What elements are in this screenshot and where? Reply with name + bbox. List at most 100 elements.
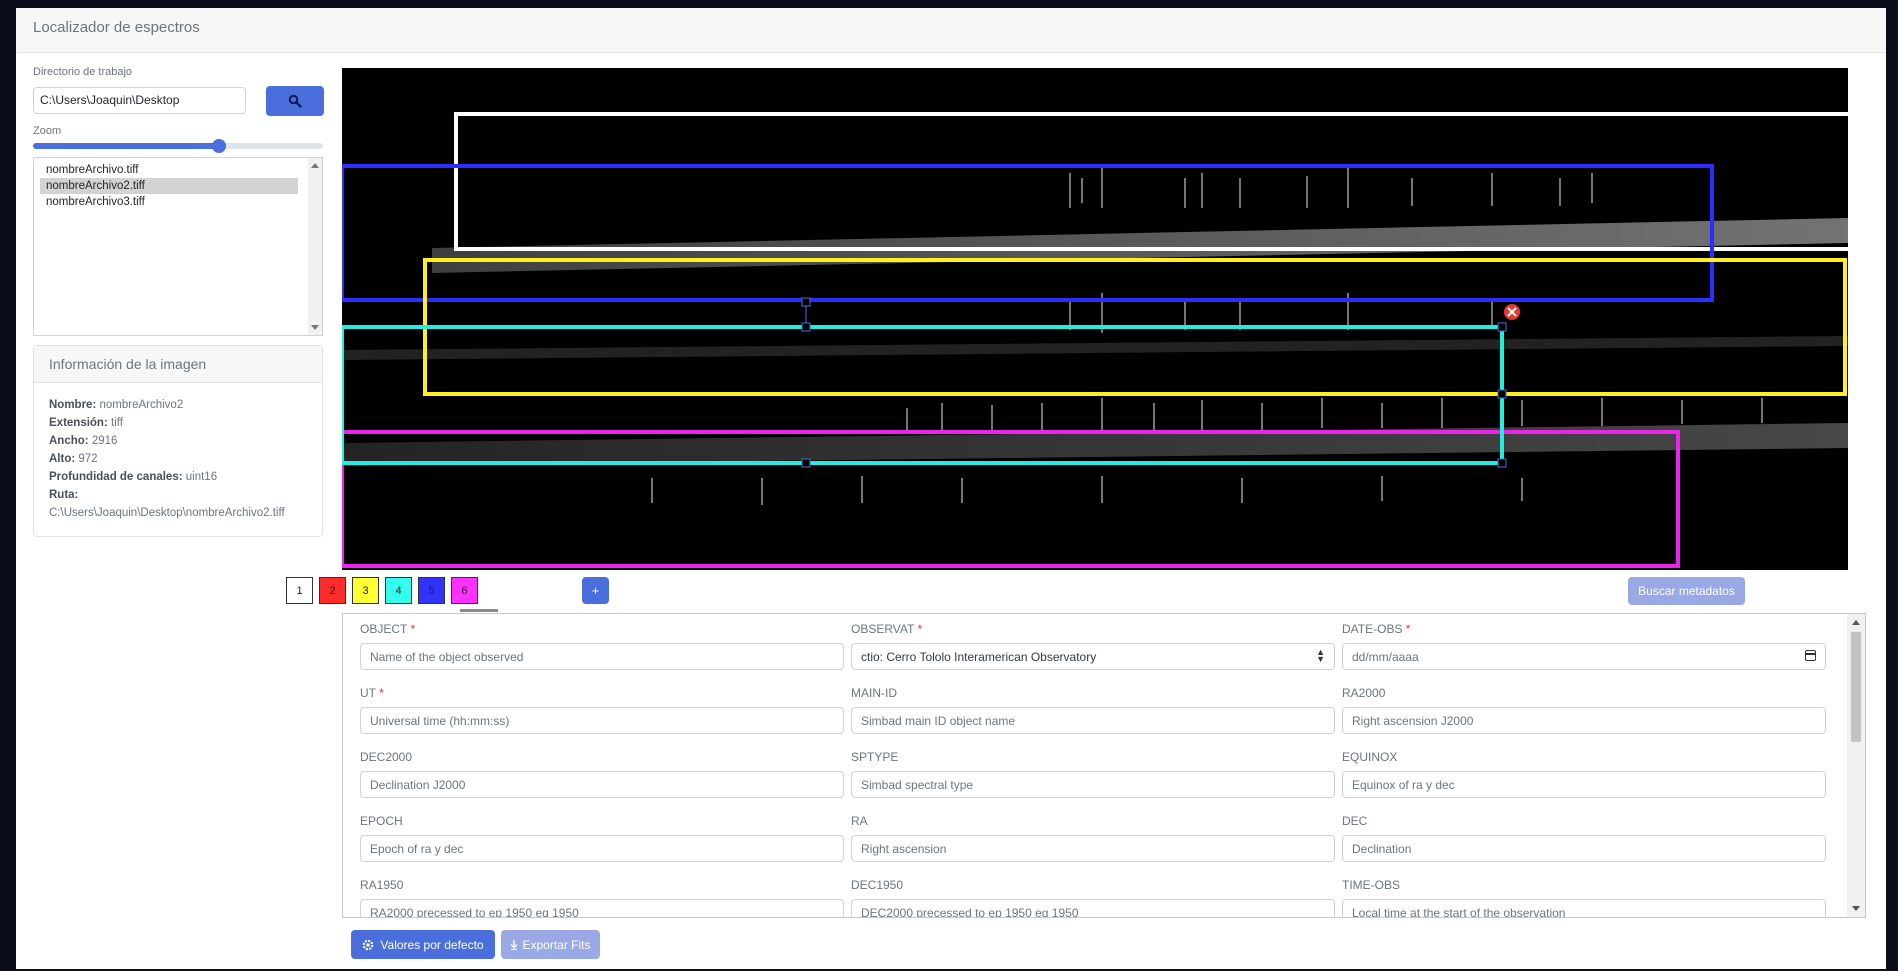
magnifier-icon xyxy=(288,94,302,108)
directory-input[interactable]: C:\Users\Joaquin\Desktop xyxy=(33,87,246,114)
file-list-scrollbar[interactable] xyxy=(308,158,322,335)
file-list-item[interactable]: nombreArchivo2.tiff xyxy=(40,178,298,194)
field-label: OBSERVAT * xyxy=(851,622,923,636)
field-label: EPOCH xyxy=(360,814,403,828)
field-ra1950: RA1950 RA2000 precessed to ep 1950 eq 195… xyxy=(360,878,844,917)
field-label: RA xyxy=(851,814,868,828)
field-equinox: EQUINOX Equinox of ra y dec xyxy=(1342,750,1826,798)
field-ut: UT * Universal time (hh:mm:ss) xyxy=(360,686,844,734)
required-marker: * xyxy=(379,686,384,700)
text-input[interactable]: Right ascension xyxy=(851,835,1335,862)
info-name: Nombre: nombreArchivo2 xyxy=(49,399,184,411)
metadata-form: OBJECT * Name of the object observed OBSER… xyxy=(342,613,1866,918)
text-input[interactable]: RA2000 precessed to ep 1950 eq 1950 xyxy=(360,899,844,917)
field-ra2000: RA2000 Right ascension J2000 xyxy=(1342,686,1826,734)
region-tab-3[interactable]: 3 xyxy=(352,577,379,604)
info-path-label: Ruta: xyxy=(49,489,79,501)
field-observat: OBSERVAT * ctio: Cerro Tololo Interameric… xyxy=(851,622,1335,670)
field-main-id: MAIN-ID Simbad main ID object name xyxy=(851,686,1335,734)
field-label: EQUINOX xyxy=(1342,750,1398,764)
field-dec2000: DEC2000 Declination J2000 xyxy=(360,750,844,798)
info-depth: Profundidad de canales: uint16 xyxy=(49,471,218,483)
spectrum-band xyxy=(342,423,1848,466)
text-input[interactable]: Declination J2000 xyxy=(360,771,844,798)
field-dec: DEC Declination xyxy=(1342,814,1826,862)
info-path: C:\Users\Joaquin\Desktop\nombreArchivo2.… xyxy=(49,507,285,519)
field-sptype: SPTYPE Simbad spectral type xyxy=(851,750,1335,798)
text-input[interactable]: Name of the object observed xyxy=(360,643,844,670)
select-arrows-icon: ▲ ▼ xyxy=(1316,647,1325,664)
field-label: OBJECT * xyxy=(360,622,416,636)
info-width: Ancho: 2916 xyxy=(49,435,118,447)
search-directory-button[interactable] xyxy=(266,86,324,116)
app-title: Localizador de espectros xyxy=(33,19,200,36)
field-label: RA2000 xyxy=(1342,686,1386,700)
calendar-icon[interactable] xyxy=(1805,650,1816,661)
form-scrollbar-thumb[interactable] xyxy=(1851,632,1861,742)
region-tab-1[interactable]: 1 xyxy=(286,577,313,604)
spectrum-image[interactable] xyxy=(342,68,1848,570)
search-metadata-button[interactable]: Buscar metadatos xyxy=(1628,577,1745,605)
form-scrollbar[interactable] xyxy=(1847,614,1865,917)
export-fits-button[interactable]: Exportar Fits xyxy=(501,930,600,959)
scroll-up-icon[interactable] xyxy=(311,163,319,168)
file-list-item[interactable]: nombreArchivo.tiff xyxy=(40,162,298,178)
required-marker: * xyxy=(410,622,416,636)
field-label: DATE-OBS * xyxy=(1342,622,1411,636)
text-input[interactable]: Epoch of ra y dec xyxy=(360,835,844,862)
text-input[interactable]: Universal time (hh:mm:ss) xyxy=(360,707,844,734)
field-label: SPTYPE xyxy=(851,750,899,764)
spectrum-image-canvas[interactable] xyxy=(342,68,1848,570)
download-icon xyxy=(510,939,518,950)
field-date-obs: DATE-OBS * dd/mm/aaaa xyxy=(1342,622,1826,670)
field-ra: RA Right ascension xyxy=(851,814,1335,862)
file-list[interactable]: nombreArchivo.tiff nombreArchivo2.tiff nom… xyxy=(33,157,323,336)
date-input[interactable]: dd/mm/aaaa xyxy=(1342,643,1826,670)
spectrum-band xyxy=(342,336,1848,360)
field-label: TIME-OBS xyxy=(1342,878,1401,892)
window-header: Localizador de espectros xyxy=(16,8,1886,53)
spectrum-band xyxy=(432,218,1848,273)
default-values-button[interactable]: Valores por defecto xyxy=(351,930,495,959)
image-info-title: Información de la imagen xyxy=(34,346,322,383)
field-dec1950: DEC1950 DEC2000 precessed to ep 1950 eq 1… xyxy=(851,878,1335,917)
region-tab-6[interactable]: 6 xyxy=(451,577,478,604)
gear-icon xyxy=(363,939,374,950)
add-region-button[interactable]: + xyxy=(582,577,609,604)
dir-label: Directorio de trabajo xyxy=(33,66,133,78)
text-input[interactable]: Simbad main ID object name xyxy=(851,707,1335,734)
text-input[interactable]: Simbad spectral type xyxy=(851,771,1335,798)
field-label: UT * xyxy=(360,686,384,700)
app-window: Localizador de espectros Directorio de t… xyxy=(16,8,1886,969)
info-height: Alto: 972 xyxy=(49,453,98,465)
required-marker: * xyxy=(1405,622,1411,636)
file-list-item[interactable]: nombreArchivo3.tiff xyxy=(40,194,298,210)
image-info-card: Información de la imagen Nombre: nombreA… xyxy=(33,345,323,537)
zoom-slider-thumb[interactable] xyxy=(211,139,226,153)
field-epoch: EPOCH Epoch of ra y dec xyxy=(360,814,844,862)
field-label: RA1950 xyxy=(360,878,404,892)
close-circle-icon[interactable] xyxy=(1504,304,1520,320)
scroll-up-icon[interactable] xyxy=(1852,620,1860,625)
field-time-obs: TIME-OBS Local time at the start of the o… xyxy=(1342,878,1826,917)
zoom-slider[interactable] xyxy=(33,139,323,153)
field-label: MAIN-ID xyxy=(851,686,897,700)
field-object: OBJECT * Name of the object observed xyxy=(360,622,844,670)
region-tab-5[interactable]: 5 xyxy=(418,577,445,604)
active-tab-indicator xyxy=(460,609,498,612)
required-marker: * xyxy=(917,622,923,636)
scroll-down-icon[interactable] xyxy=(311,325,319,330)
zoom-slider-fill xyxy=(33,143,219,149)
info-extension: Extensión: tiff xyxy=(49,417,123,429)
text-input[interactable]: Local time at the start of the observati… xyxy=(1342,899,1826,917)
text-input[interactable]: DEC2000 precessed to ep 1950 eq 1950 xyxy=(851,899,1335,917)
zoom-label: Zoom xyxy=(33,125,62,137)
observatory-select[interactable]: ctio: Cerro Tololo Interamerican Observa… xyxy=(851,643,1335,670)
region-tab-4[interactable]: 4 xyxy=(385,577,412,604)
text-input[interactable]: Equinox of ra y dec xyxy=(1342,771,1826,798)
region-tab-2[interactable]: 2 xyxy=(319,577,346,604)
scroll-down-icon[interactable] xyxy=(1852,906,1860,911)
text-input[interactable]: Right ascension J2000 xyxy=(1342,707,1826,734)
field-label: DEC1950 xyxy=(851,878,904,892)
text-input[interactable]: Declination xyxy=(1342,835,1826,862)
